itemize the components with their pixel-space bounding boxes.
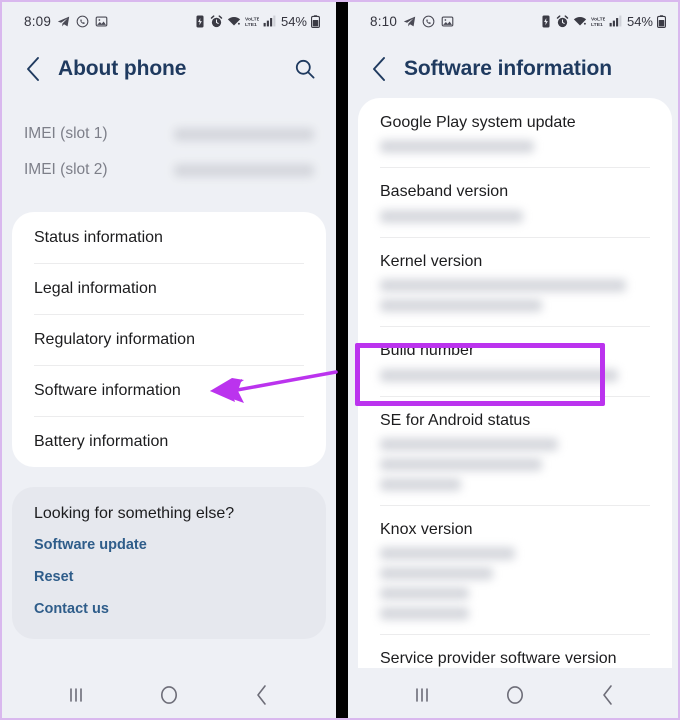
whatsapp-icon <box>422 15 435 28</box>
right-app-bar: Software information <box>348 40 678 98</box>
info-row-value-hidden <box>380 140 650 154</box>
info-row-value-hidden <box>380 368 650 382</box>
battery-icon <box>311 14 320 28</box>
alarm-icon <box>556 14 569 28</box>
list-item-status-information[interactable]: Status information <box>12 212 326 263</box>
page-title: About phone <box>58 57 187 80</box>
software-information-card: Google Play system update Baseband versi… <box>358 98 672 704</box>
imei-slot1-label: IMEI (slot 1) <box>24 125 108 142</box>
imei-row: IMEI (slot 2) <box>24 152 314 188</box>
about-phone-menu-card: Status information Legal information Reg… <box>12 212 326 467</box>
right-status-bar: 8:10 VoLTE LTE1 54% <box>348 2 678 40</box>
svg-text:VoLTE: VoLTE <box>591 16 605 22</box>
list-item-label: Legal information <box>34 279 157 297</box>
status-bar-clock: 8:10 <box>370 13 398 29</box>
list-item-legal-information[interactable]: Legal information <box>12 263 326 314</box>
imei-block: IMEI (slot 1) IMEI (slot 2) <box>2 98 336 202</box>
list-item-battery-information[interactable]: Battery information <box>12 416 326 467</box>
wifi-icon <box>227 15 241 27</box>
list-item-label: Regulatory information <box>34 330 195 348</box>
info-row-label: Google Play system update <box>380 114 576 131</box>
left-navigation-bar <box>2 668 336 718</box>
svg-text:LTE1: LTE1 <box>591 22 603 28</box>
telegram-icon <box>403 15 416 28</box>
alarm-icon <box>210 14 223 28</box>
battery-icon <box>657 14 666 28</box>
home-icon[interactable] <box>493 678 537 712</box>
info-row-value-hidden <box>380 209 650 223</box>
right-phone-panel: 8:10 VoLTE LTE1 54% Software information… <box>348 2 678 718</box>
right-navigation-bar <box>348 668 678 718</box>
volte-icon: VoLTE LTE1 <box>245 15 259 28</box>
battery-saver-icon <box>540 15 552 28</box>
back-icon[interactable] <box>240 678 284 712</box>
info-row-label: Build number <box>380 342 475 360</box>
info-row-label: Baseband version <box>380 183 509 201</box>
wifi-icon <box>573 15 587 27</box>
signal-icon <box>263 15 276 27</box>
battery-percent-label: 54% <box>626 13 653 29</box>
list-item-software-information[interactable]: Software information <box>12 365 326 416</box>
svg-text:LTE1: LTE1 <box>245 22 257 28</box>
status-bar-right-group: VoLTE LTE1 54% <box>194 14 320 29</box>
info-row-value-hidden <box>380 279 650 313</box>
status-bar-left-group: 8:10 <box>370 14 454 29</box>
info-row-kernel-version[interactable]: Kernel version <box>358 236 672 326</box>
battery-saver-icon <box>194 15 206 28</box>
info-row-se-for-android-status[interactable]: SE for Android status <box>358 395 672 505</box>
page-title: Software information <box>404 57 613 80</box>
home-icon[interactable] <box>147 678 191 712</box>
recents-icon[interactable] <box>54 678 98 712</box>
link-software-update[interactable]: Software update <box>34 537 304 553</box>
gallery-icon <box>441 15 454 28</box>
info-row-build-number[interactable]: Build number <box>358 326 672 395</box>
list-item-label: Status information <box>34 228 163 246</box>
imei-row: IMEI (slot 1) <box>24 116 314 152</box>
info-row-label: Knox version <box>380 520 473 538</box>
link-reset[interactable]: Reset <box>34 569 304 585</box>
telegram-icon <box>57 15 70 28</box>
imei-slot2-label: IMEI (slot 2) <box>24 161 108 178</box>
imei-slot1-value-hidden <box>174 127 314 141</box>
recents-icon[interactable] <box>400 678 444 712</box>
info-row-baseband-version[interactable]: Baseband version <box>358 167 672 236</box>
info-row-knox-version[interactable]: Knox version <box>358 504 672 634</box>
info-row-label: Service provider software version <box>380 650 617 668</box>
link-contact-us[interactable]: Contact us <box>34 601 304 617</box>
search-icon[interactable] <box>290 58 320 80</box>
status-bar-left-group: 8:09 <box>24 14 108 29</box>
imei-slot2-value-hidden <box>174 163 314 177</box>
info-row-google-play-system-update[interactable]: Google Play system update <box>358 98 672 167</box>
gallery-icon <box>95 15 108 28</box>
list-item-regulatory-information[interactable]: Regulatory information <box>12 314 326 365</box>
left-app-bar: About phone <box>2 40 336 98</box>
status-bar-clock: 8:09 <box>24 13 52 29</box>
volte-icon: VoLTE LTE1 <box>591 15 605 28</box>
info-row-label: SE for Android status <box>380 411 531 429</box>
list-item-label: Software information <box>34 381 181 399</box>
list-item-label: Battery information <box>34 432 169 450</box>
whatsapp-icon <box>76 15 89 28</box>
left-status-bar: 8:09 VoLTE LTE1 54% <box>2 2 336 40</box>
chevron-left-icon[interactable] <box>366 56 392 82</box>
left-phone-panel: 8:09 VoLTE LTE1 54% About phone IMEI (sl… <box>2 2 336 718</box>
chevron-left-icon[interactable] <box>20 56 46 82</box>
info-row-value-hidden <box>380 437 650 491</box>
info-row-label: Kernel version <box>380 252 483 270</box>
svg-text:VoLTE: VoLTE <box>245 16 259 22</box>
back-icon[interactable] <box>586 678 630 712</box>
signal-icon <box>609 15 622 27</box>
looking-for-something-else-card: Looking for something else? Software upd… <box>12 487 326 639</box>
battery-percent-label: 54% <box>280 13 307 29</box>
looking-for-title: Looking for something else? <box>34 505 235 522</box>
screenshot-root: 8:09 VoLTE LTE1 54% About phone IMEI (sl… <box>0 0 680 720</box>
info-row-value-hidden <box>380 547 650 621</box>
status-bar-right-group: VoLTE LTE1 54% <box>540 14 666 29</box>
